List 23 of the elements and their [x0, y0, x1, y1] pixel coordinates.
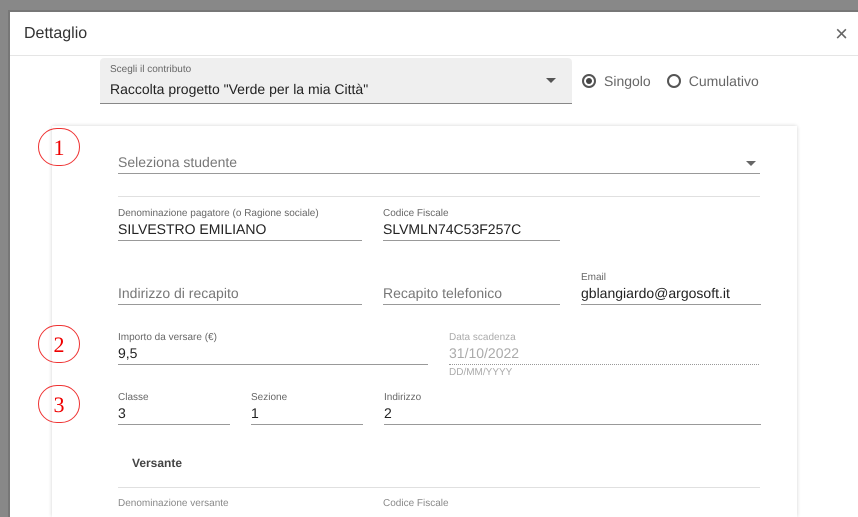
circled-number: 3: [38, 385, 80, 423]
radio-option[interactable]: Cumulativo: [666, 70, 759, 92]
input-field[interactable]: Indirizzo di recapito: [118, 271, 362, 305]
dropdown-caret-icon: [546, 78, 556, 83]
field-label: Codice Fiscale: [383, 497, 450, 511]
field-label: Denominazione versante: [118, 497, 230, 511]
input-field[interactable]: Sezione 1: [251, 391, 363, 425]
circled-number: 1: [38, 128, 80, 166]
input-field[interactable]: Indirizzo 2: [384, 391, 761, 425]
contribution-select[interactable]: Scegli il contributo Raccolta progetto "Verde per la mia Città": [100, 58, 572, 104]
input-field[interactable]: Email gblangiardo@argosoft.it: [581, 271, 761, 305]
section-heading: Versante: [132, 456, 182, 470]
dropdown-caret-icon: [746, 161, 756, 166]
circled-number: 2: [38, 325, 80, 363]
input-field[interactable]: Recapito telefonico: [383, 271, 560, 305]
close-button[interactable]: ×: [831, 22, 852, 44]
select-field[interactable]: Seleziona studente: [118, 140, 760, 174]
radio-option[interactable]: Singolo: [582, 70, 651, 92]
input-field[interactable]: Importo da versare (€) 9,5: [118, 331, 428, 379]
input-field[interactable]: Classe 3: [118, 391, 230, 425]
input-field[interactable]: Codice Fiscale SLVMLN74C53F257C: [383, 207, 560, 241]
dialog-title: Dettaglio: [24, 24, 88, 44]
input-field[interactable]: Denominazione pagatore (o Ragione sociale) SILVESTRO EMILIANO: [118, 207, 362, 241]
